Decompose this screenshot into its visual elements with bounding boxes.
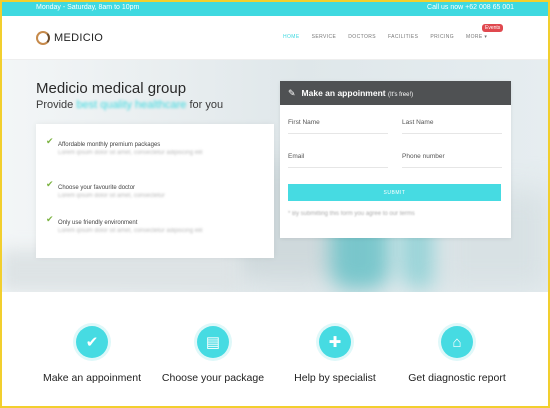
edit-icon: ✎ <box>288 87 296 98</box>
check-icon: ✔ <box>46 136 54 146</box>
feature-desc: Lorem ipsum dolor sit amet, consectetur <box>58 193 165 199</box>
events-badge: Events <box>482 24 504 32</box>
call-us-phone[interactable]: Call us now +62 008 65 001 <box>427 4 514 11</box>
form-title: Make an appoinment (It's free!) <box>302 88 414 98</box>
subtitle-prefix: Provide <box>36 99 74 111</box>
services-section: ✔ Make an appoinment ▤ Choose your packa… <box>0 292 550 408</box>
phone-field[interactable]: Phone number <box>402 153 445 160</box>
email-underline <box>288 167 388 168</box>
service-item[interactable]: ✔ Make an appoinment <box>27 326 157 384</box>
user-md-icon: ✚ <box>319 326 351 358</box>
service-item[interactable]: ⌂ Get diagnostic report <box>392 326 522 384</box>
service-label: Make an appoinment <box>42 372 142 384</box>
service-label: Get diagnostic report <box>408 372 506 384</box>
nav-item-doctors[interactable]: DOCTORS <box>348 34 376 40</box>
nav-item-service[interactable]: SERVICE <box>312 34 337 40</box>
feature-title: Only use friendly environment <box>58 220 138 226</box>
submit-button[interactable]: SUBMIT <box>288 184 501 201</box>
last-name-field[interactable]: Last Name <box>402 119 433 126</box>
feature-title: Choose your favourite doctor <box>58 185 136 191</box>
hero-subtitle: Provide best quality healthcare for you <box>36 99 223 111</box>
package-icon: ▤ <box>197 326 229 358</box>
logo[interactable]: MEDICIO <box>36 30 103 46</box>
first-name-underline <box>288 133 388 134</box>
check-icon: ✔ <box>46 214 54 224</box>
service-item[interactable]: ✚ Help by specialist <box>270 326 400 384</box>
form-free-label: (It's free!) <box>388 92 414 98</box>
first-name-field[interactable]: First Name <box>288 119 320 126</box>
nav-menu: HOME SERVICE DOCTORS FACILITIES PRICING … <box>283 34 499 40</box>
nav-item-home[interactable]: HOME <box>283 34 300 40</box>
subtitle-suffix: for you <box>189 99 224 111</box>
brand-name: MEDICIO <box>54 32 104 44</box>
service-label: Help by specialist <box>294 372 376 384</box>
feature-desc: Lorem ipsum dolor sit amet, consectetur … <box>58 150 203 156</box>
main-navbar: MEDICIO HOME SERVICE DOCTORS FACILITIES … <box>0 16 550 60</box>
features-card: ✔ Affordable monthly premium packages Lo… <box>36 124 274 258</box>
form-header: ✎ Make an appoinment (It's free!) <box>280 81 511 105</box>
opening-hours: Monday - Saturday, 8am to 10pm <box>36 4 140 11</box>
top-info-bar: Monday - Saturday, 8am to 10pm Call us n… <box>0 0 550 16</box>
last-name-underline <box>402 133 502 134</box>
hero-title: Medicio medical group <box>36 80 187 97</box>
email-field[interactable]: Email <box>288 153 304 160</box>
feature-desc: Lorem ipsum dolor sit amet, consectetur … <box>58 228 203 234</box>
form-note: * By submitting this form you agree to o… <box>288 211 415 217</box>
nav-item-pricing[interactable]: PRICING <box>430 34 454 40</box>
logo-ring-icon <box>36 31 50 45</box>
nav-item-facilities[interactable]: FACILITIES <box>388 34 418 40</box>
subtitle-highlight: best quality healthcare <box>76 99 187 111</box>
feature-title: Affordable monthly premium packages <box>58 142 161 148</box>
form-title-text: Make an appoinment <box>301 88 386 98</box>
nav-item-more[interactable]: MORE ▾ <box>466 34 487 40</box>
appointment-form: ✎ Make an appoinment (It's free!) First … <box>280 81 511 238</box>
check-icon: ✔ <box>76 326 108 358</box>
check-icon: ✔ <box>46 179 54 189</box>
service-label: Choose your package <box>161 372 265 384</box>
hospital-icon: ⌂ <box>441 326 473 358</box>
service-item[interactable]: ▤ Choose your package <box>148 326 278 384</box>
phone-underline <box>402 167 502 168</box>
